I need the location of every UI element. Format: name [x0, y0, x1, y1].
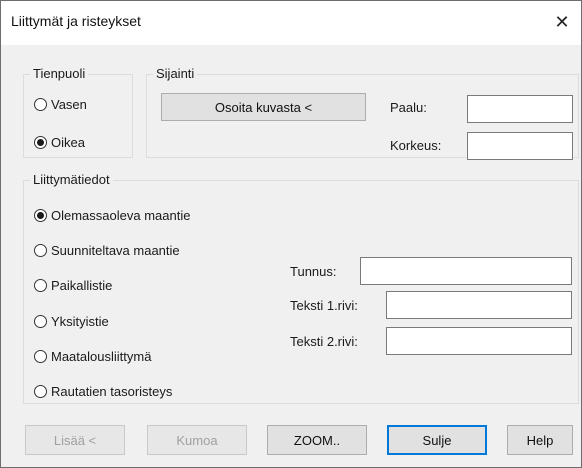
radio-indicator	[34, 243, 47, 257]
radio-label: Paikallistie	[51, 277, 113, 293]
korkeus-label: Korkeus:	[390, 138, 442, 153]
radio-indicator	[34, 384, 47, 398]
sulje-button[interactable]: Sulje	[387, 425, 487, 455]
radio-indicator	[34, 208, 47, 222]
paalu-label: Paalu:	[390, 100, 427, 115]
radio-indicator	[34, 97, 47, 111]
sijainti-group: Sijainti Osoita kuvasta < Paalu: Korkeus…	[146, 66, 579, 160]
teksti2-label: Teksti 2.rivi:	[290, 334, 358, 349]
radio-vasen-label: Vasen	[51, 96, 87, 112]
radio-indicator	[34, 278, 47, 292]
liittymatiedot-legend: Liittymätiedot	[30, 172, 113, 187]
osoita-kuvasta-button[interactable]: Osoita kuvasta <	[161, 93, 366, 121]
teksti1-label: Teksti 1.rivi:	[290, 298, 358, 313]
radio-rautatien-tasoristeys[interactable]: Rautatien tasoristeys	[34, 381, 172, 401]
teksti1-field[interactable]	[386, 291, 572, 319]
close-icon[interactable]: ✕	[547, 7, 577, 37]
window-title: Liittymät ja risteykset	[11, 13, 141, 29]
radio-indicator	[34, 314, 47, 328]
radio-label: Maatalousliittymä	[51, 348, 152, 364]
radio-indicator	[34, 135, 47, 149]
tunnus-label: Tunnus:	[290, 264, 337, 279]
paalu-field[interactable]	[467, 95, 573, 123]
liittymatiedot-group: Liittymätiedot Olemassaoleva maantie Suu…	[23, 172, 579, 404]
radio-label: Yksityistie	[51, 313, 109, 329]
teksti2-field[interactable]	[386, 327, 572, 355]
radio-oikea[interactable]: Oikea	[34, 132, 85, 152]
radio-label: Suunniteltava maantie	[51, 242, 180, 258]
zoom-button[interactable]: ZOOM..	[267, 425, 367, 455]
radio-yksityistie[interactable]: Yksityistie	[34, 311, 109, 331]
radio-suunniteltava-maantie[interactable]: Suunniteltava maantie	[34, 240, 180, 260]
radio-oikea-label: Oikea	[51, 134, 85, 150]
tienpuoli-legend: Tienpuoli	[30, 66, 89, 81]
radio-label: Rautatien tasoristeys	[51, 383, 173, 399]
title-bar[interactable]: Liittymät ja risteykset ✕	[1, 1, 581, 45]
sijainti-legend: Sijainti	[153, 66, 198, 81]
tienpuoli-group: Tienpuoli Vasen Oikea	[23, 66, 133, 158]
radio-vasen[interactable]: Vasen	[34, 94, 87, 114]
kumoa-button[interactable]: Kumoa	[147, 425, 247, 455]
radio-paikallistie[interactable]: Paikallistie	[34, 275, 112, 295]
radio-olemassaoleva-maantie[interactable]: Olemassaoleva maantie	[34, 205, 190, 225]
tunnus-field[interactable]	[360, 257, 572, 285]
help-button[interactable]: Help	[507, 425, 573, 455]
korkeus-field[interactable]	[467, 132, 573, 160]
radio-indicator	[34, 349, 47, 363]
lisaa-button[interactable]: Lisää <	[25, 425, 125, 455]
radio-maatalousliittyma[interactable]: Maatalousliittymä	[34, 346, 151, 366]
radio-label: Olemassaoleva maantie	[51, 207, 191, 223]
dialog-window: Liittymät ja risteykset ✕ Tienpuoli Vase…	[0, 0, 582, 468]
